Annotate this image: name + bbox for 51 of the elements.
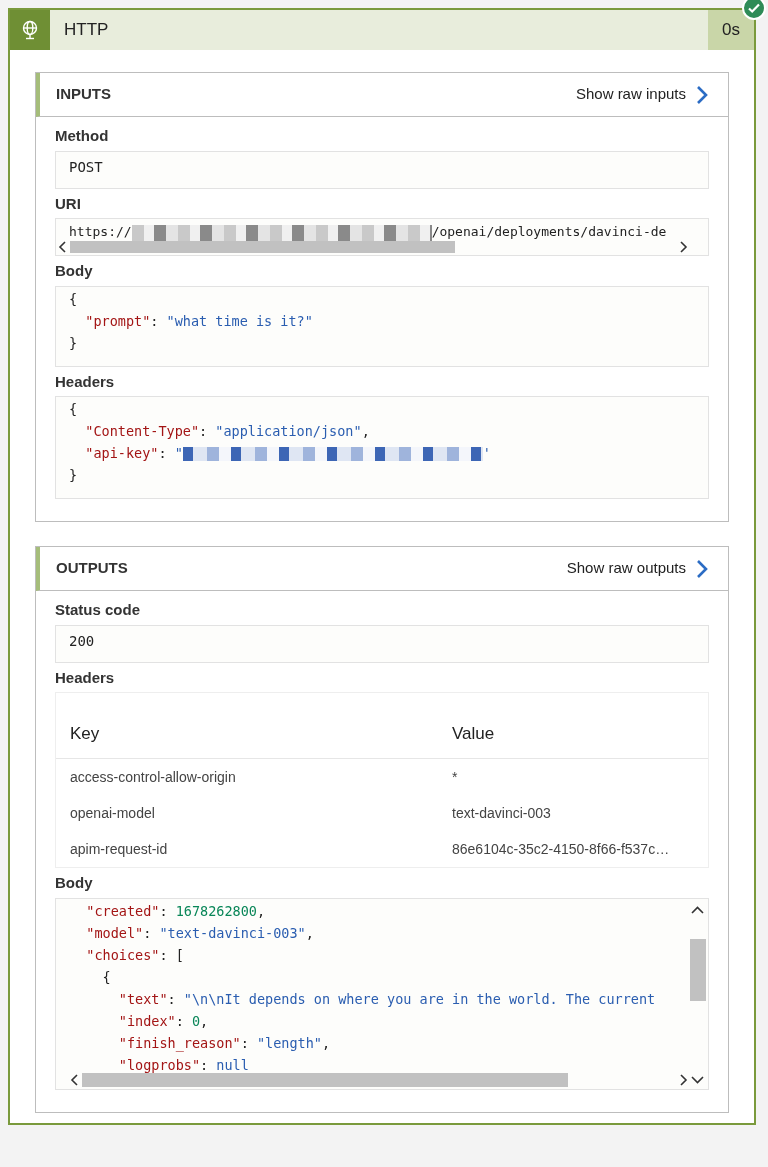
field-label: Body	[55, 873, 94, 893]
scroll-right-icon[interactable]	[678, 1073, 688, 1086]
scroll-down-icon[interactable]	[691, 1074, 704, 1085]
code-line: "created": 1678262800,	[85, 901, 266, 921]
scroll-left-icon[interactable]	[70, 1073, 80, 1086]
section-heading: INPUTS	[56, 84, 112, 105]
show-raw-link[interactable]: Show raw outputs	[566, 557, 708, 580]
horizontal-scrollbar[interactable]	[70, 241, 455, 253]
value-box: POST	[55, 150, 709, 189]
chevron-right-icon	[696, 84, 708, 105]
code-line: }	[69, 333, 78, 353]
field-label: URI	[55, 193, 82, 214]
field-label: Headers	[55, 371, 116, 392]
code-line: "prompt": "what time is it?"	[84, 311, 313, 331]
show-raw-link[interactable]: Show raw inputs	[575, 83, 708, 106]
code-line: "finish_reason": "length",	[117, 1033, 331, 1054]
vertical-scrollbar[interactable]	[690, 938, 706, 1001]
code-line: "index": 0,	[117, 1011, 209, 1031]
code-line: }	[69, 466, 78, 485]
scroll-right-icon[interactable]	[678, 241, 688, 253]
duration: 0s	[708, 10, 754, 50]
table-cell-text: apim-request-id	[69, 839, 169, 859]
table-cell-text: text-davinci-003	[452, 803, 552, 823]
code-line: {	[69, 400, 78, 419]
field-label: Status code	[55, 600, 142, 620]
scroll-up-icon[interactable]	[691, 904, 704, 915]
table-cell-text: 86e6104c-35c2-4150-8f66-f537c…	[452, 839, 671, 859]
value-box: 200	[55, 624, 709, 663]
column-header: Value	[452, 723, 496, 745]
code-line: "text": "\n\nIt depends on where you are in the world. The current	[117, 989, 656, 1009]
code-line: "logprobs": null	[117, 1055, 249, 1075]
action-title: HTTP	[63, 19, 110, 42]
code-line: "api-key": " '	[84, 444, 491, 463]
table-cell-text: openai-model	[69, 803, 156, 823]
column-header: Key	[69, 723, 101, 745]
field-label: Headers	[55, 667, 116, 688]
scroll-left-icon[interactable]	[58, 241, 68, 253]
table-cell-text: *	[452, 767, 459, 787]
code-line: "Content-Type": "application/json",	[84, 422, 370, 441]
field-label: Method	[55, 126, 110, 146]
globe-icon	[21, 20, 39, 40]
code-line: "model": "text-davinci-003",	[85, 923, 314, 943]
table-cell-text: access-control-allow-origin	[69, 767, 237, 787]
uri-text: https:// /openai/deployments/davinci-de	[68, 223, 668, 242]
code-line: "choices": [	[85, 945, 184, 965]
section-heading: OUTPUTS	[56, 558, 129, 579]
chevron-right-icon	[696, 558, 708, 579]
field-label: Body	[55, 261, 94, 281]
horizontal-scrollbar[interactable]	[82, 1072, 568, 1087]
code-line: {	[101, 967, 111, 987]
code-line: {	[69, 289, 78, 309]
